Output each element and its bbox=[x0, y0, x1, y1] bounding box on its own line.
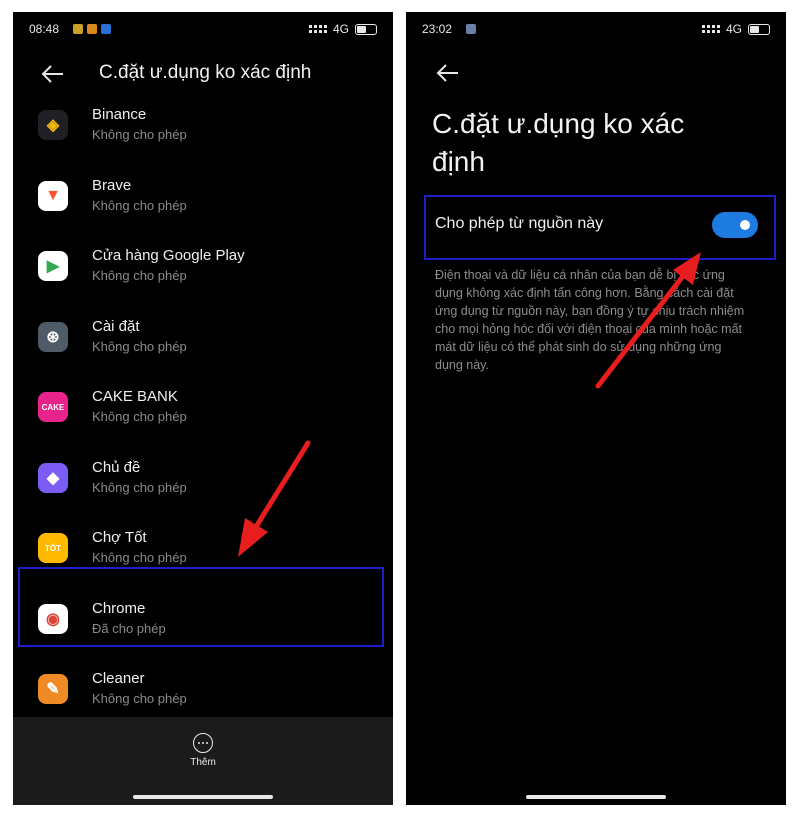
status-right: 4G bbox=[701, 22, 770, 36]
notification-icon bbox=[73, 24, 83, 34]
app-name: Brave bbox=[92, 176, 132, 194]
warning-description: Điện thoại và dữ liệu cá nhân của bạn dễ… bbox=[435, 268, 745, 372]
notification-icon bbox=[87, 24, 97, 34]
app-permission-status: Không cho phép bbox=[92, 338, 187, 354]
notification-icons bbox=[466, 24, 476, 34]
cleaner-icon: ✎ bbox=[38, 674, 68, 704]
app-name: Cleaner bbox=[92, 670, 145, 687]
allow-from-source-row[interactable]: Cho phép từ nguồn này bbox=[424, 195, 776, 260]
page-title: C.đặt ư.dụng ko xác định bbox=[99, 62, 312, 83]
app-permission-status: Không cho phép bbox=[92, 691, 187, 706]
bottom-bar: Thêm bbox=[13, 717, 393, 805]
back-arrow-icon[interactable] bbox=[436, 63, 460, 83]
app-item-themes[interactable]: ◆ Chủ đề Không cho phép bbox=[13, 449, 393, 519]
network-type: 4G bbox=[725, 22, 742, 36]
app-name: Chợ Tốt bbox=[92, 529, 147, 546]
page-title: C.đặt ư.dụng ko xác định bbox=[432, 108, 685, 177]
app-permission-status: Không cho phép bbox=[92, 197, 187, 213]
binance-icon: ◈ bbox=[38, 110, 68, 140]
battery-icon bbox=[355, 23, 377, 35]
app-item-cake-bank[interactable]: CAKE CAKE BANK Không cho phép bbox=[13, 378, 393, 448]
more-label: Thêm bbox=[190, 757, 216, 768]
allow-from-source-label: Cho phép từ nguồn này bbox=[435, 215, 604, 232]
home-indicator[interactable] bbox=[133, 795, 273, 799]
more-icon bbox=[193, 733, 213, 753]
right-phone-screen: 23:02 4G C.đặt ư.dụng ko xác định Cho ph… bbox=[406, 12, 786, 805]
app-name: Chủ đề bbox=[92, 458, 141, 476]
status-bar: 23:02 4G bbox=[422, 20, 770, 38]
app-item-google-play[interactable]: ▶ Cửa hàng Google Play Không cho phép bbox=[13, 237, 393, 307]
app-item-binance[interactable]: ◈ Binance Không cho phép bbox=[13, 96, 393, 166]
app-name: CAKE BANK bbox=[92, 388, 178, 405]
app-permission-status: Không cho phép bbox=[92, 479, 187, 495]
home-indicator[interactable] bbox=[526, 795, 666, 799]
left-phone-screen: 08:48 4G C.đặt ư.dụng ko xác định ◈ Binan… bbox=[13, 12, 393, 805]
status-time: 23:02 bbox=[422, 22, 453, 36]
status-time: 08:48 bbox=[29, 22, 60, 36]
app-item-brave[interactable]: ▼ Brave Không cho phép bbox=[13, 167, 393, 237]
notification-icon bbox=[101, 24, 111, 34]
notification-icon bbox=[466, 24, 476, 34]
app-name: Cài đặt bbox=[92, 317, 140, 335]
app-permission-status: Không cho phép bbox=[92, 409, 187, 424]
chrome-highlight-box bbox=[18, 567, 384, 647]
status-bar: 08:48 4G bbox=[29, 20, 377, 38]
app-name: Cửa hàng Google Play bbox=[92, 247, 245, 264]
themes-icon: ◆ bbox=[38, 462, 68, 493]
signal-icon bbox=[701, 25, 720, 33]
app-item-settings[interactable]: ⊛ Cài đặt Không cho phép bbox=[13, 308, 393, 378]
settings-icon: ⊛ bbox=[38, 321, 68, 352]
brave-icon: ▼ bbox=[38, 180, 68, 211]
allow-from-source-toggle[interactable] bbox=[712, 212, 758, 238]
battery-icon bbox=[748, 23, 770, 35]
cake-bank-icon: CAKE bbox=[38, 392, 68, 422]
app-permission-status: Không cho phép bbox=[92, 550, 187, 565]
app-permission-status: Không cho phép bbox=[92, 268, 187, 283]
back-arrow-icon[interactable] bbox=[41, 64, 65, 84]
app-permission-status: Không cho phép bbox=[92, 127, 187, 142]
notification-icons bbox=[73, 24, 111, 34]
cho-tot-icon: TỐT bbox=[38, 533, 68, 563]
network-type: 4G bbox=[332, 22, 349, 36]
status-right: 4G bbox=[308, 22, 377, 36]
toggle-knob bbox=[740, 220, 750, 230]
signal-icon bbox=[308, 25, 327, 33]
app-name: Binance bbox=[92, 106, 147, 123]
google-play-icon: ▶ bbox=[38, 251, 68, 281]
more-button[interactable]: Thêm bbox=[183, 733, 223, 773]
